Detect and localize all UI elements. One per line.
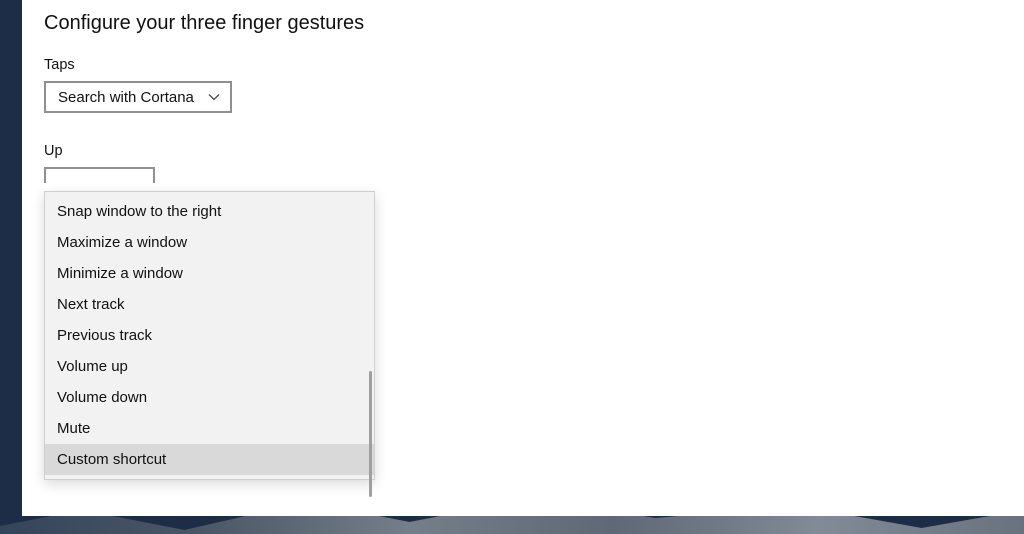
up-dropdown: Snap window to the right Maximize a wind…	[44, 191, 375, 480]
dropdown-item-mute[interactable]: Mute	[45, 413, 374, 444]
up-group: Up	[44, 143, 1002, 183]
taps-label: Taps	[44, 57, 1002, 73]
chevron-down-icon	[208, 91, 220, 103]
settings-panel: Configure your three finger gestures Tap…	[22, 0, 1024, 516]
dropdown-item-minimize[interactable]: Minimize a window	[45, 258, 374, 289]
dropdown-item-snap-right[interactable]: Snap window to the right	[45, 196, 374, 227]
taps-group: Taps Search with Cortana	[44, 57, 1002, 113]
section-title: Configure your three finger gestures	[44, 12, 1002, 35]
dropdown-item-previous-track[interactable]: Previous track	[45, 320, 374, 351]
up-label: Up	[44, 143, 1002, 159]
dropdown-scrollbar[interactable]	[369, 371, 372, 497]
up-dropdown-list: Snap window to the right Maximize a wind…	[45, 196, 374, 475]
dropdown-item-next-track[interactable]: Next track	[45, 289, 374, 320]
dropdown-item-volume-down[interactable]: Volume down	[45, 382, 374, 413]
up-combobox[interactable]	[44, 167, 155, 183]
dropdown-item-volume-up[interactable]: Volume up	[45, 351, 374, 382]
taps-combobox[interactable]: Search with Cortana	[44, 81, 232, 113]
taps-combobox-value: Search with Cortana	[58, 89, 194, 106]
dropdown-item-maximize[interactable]: Maximize a window	[45, 227, 374, 258]
dropdown-item-custom-shortcut[interactable]: Custom shortcut	[45, 444, 374, 475]
